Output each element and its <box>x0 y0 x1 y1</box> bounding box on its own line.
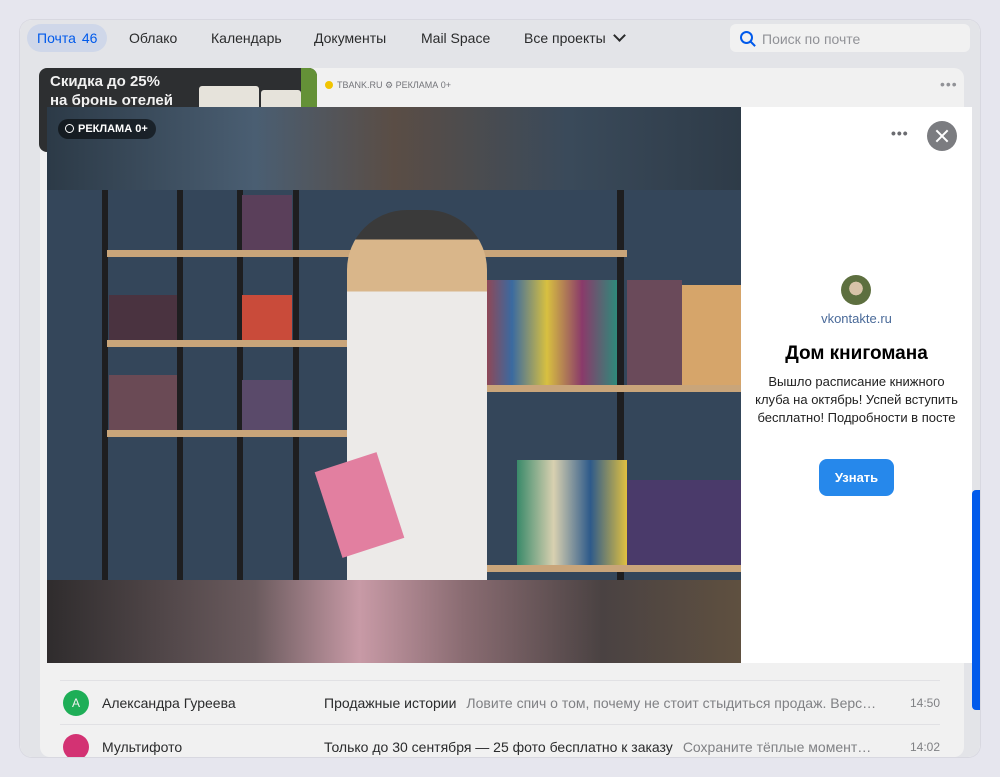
shelf-post <box>102 190 108 580</box>
book-stack <box>109 375 177 430</box>
ad-info-icon <box>65 124 74 133</box>
advertiser-site[interactable]: vkontakte.ru <box>741 311 972 326</box>
shelf-post <box>293 190 299 580</box>
more-options-icon[interactable]: ••• <box>891 125 909 141</box>
book-stack <box>477 280 617 385</box>
ad-title: Дом книгомана <box>785 343 928 364</box>
learn-more-button[interactable]: Узнать <box>819 459 894 496</box>
book-stack <box>627 480 741 565</box>
bookstore-photo <box>47 190 741 580</box>
shelf-board <box>107 430 347 437</box>
ad-description: Вышло расписание книжного клуба на октяб… <box>755 374 958 425</box>
mail-window: Почта 46 Облако Календарь Документы Mail … <box>20 20 980 757</box>
ad-photo[interactable]: РЕКЛАМА 0+ <box>47 107 741 663</box>
advertiser-avatar[interactable] <box>841 275 871 305</box>
book-stack <box>517 460 627 565</box>
book-stack <box>109 295 177 340</box>
book-stack <box>682 285 741 385</box>
ad-info-panel: ••• vkontakte.ru Дом книгомана Вышло рас… <box>741 107 972 663</box>
shelf-post <box>177 190 183 580</box>
book-stack <box>627 280 682 385</box>
book-stack <box>242 380 292 430</box>
book-stack <box>242 195 292 250</box>
ad-modal: РЕКЛАМА 0+ ••• vkontakte.ru Дом книгоман… <box>47 107 972 663</box>
ad-label-text: РЕКЛАМА 0+ <box>78 123 148 135</box>
shelf-board <box>107 340 347 347</box>
shelf-board <box>487 565 741 572</box>
close-icon[interactable] <box>927 121 957 151</box>
ad-label-badge: РЕКЛАМА 0+ <box>58 119 156 139</box>
book-stack <box>242 295 292 340</box>
photo-blur-bottom <box>47 580 741 663</box>
shelf-board <box>487 385 741 392</box>
